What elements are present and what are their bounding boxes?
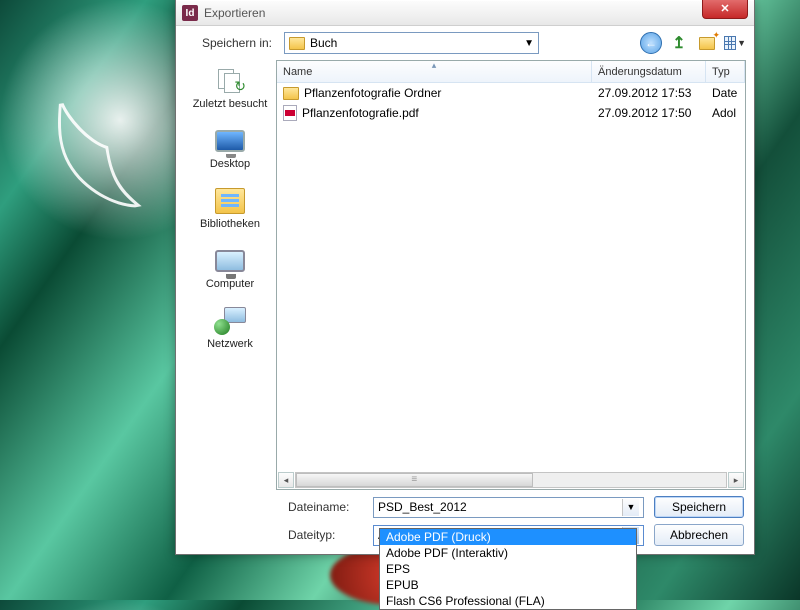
- place-desktop[interactable]: Desktop: [210, 126, 250, 170]
- filetype-option[interactable]: Adobe PDF (Interaktiv): [380, 545, 636, 561]
- column-header-label: Name: [283, 66, 312, 78]
- place-label: Zuletzt besucht: [193, 98, 268, 110]
- filetype-option[interactable]: EPS: [380, 561, 636, 577]
- places-sidebar: ↻ Zuletzt besucht Desktop Bibliotheken C…: [184, 60, 276, 490]
- save-in-value: Buch: [310, 36, 337, 50]
- place-label: Computer: [206, 278, 254, 290]
- place-label: Netzwerk: [207, 338, 253, 350]
- pdf-file-icon: [283, 105, 297, 121]
- place-label: Desktop: [210, 158, 250, 170]
- recent-places-icon: ↻: [214, 67, 246, 95]
- place-computer[interactable]: Computer: [206, 246, 254, 290]
- up-one-level-button[interactable]: [668, 32, 690, 54]
- horizontal-scrollbar[interactable]: ◂ ▸: [277, 471, 745, 489]
- file-type: Date: [706, 86, 745, 100]
- libraries-icon: [215, 188, 245, 214]
- save-in-label: Speichern in:: [184, 36, 276, 50]
- close-button[interactable]: [702, 0, 748, 19]
- file-type: Adol: [706, 106, 745, 120]
- file-name: Pflanzenfotografie.pdf: [302, 106, 419, 120]
- chevron-down-icon: ▼: [622, 499, 639, 516]
- network-icon: [214, 307, 246, 335]
- place-libraries[interactable]: Bibliotheken: [200, 186, 260, 230]
- location-toolbar: Speichern in: Buch ▼ ▼: [176, 26, 754, 60]
- filetype-dropdown-list: Adobe PDF (Druck)Adobe PDF (Interaktiv)E…: [379, 528, 637, 610]
- new-folder-button[interactable]: [696, 32, 718, 54]
- folder-icon: [289, 37, 305, 50]
- filetype-option[interactable]: Flash CS6 Professional (FLA): [380, 593, 636, 609]
- desktop-wallpaper-butterfly: 𓆩: [34, 25, 160, 284]
- window-title: Exportieren: [204, 6, 265, 20]
- back-button[interactable]: [640, 32, 662, 54]
- column-headers: Name ▴ Änderungsdatum Typ: [277, 61, 745, 83]
- file-name: Pflanzenfotografie Ordner: [304, 86, 441, 100]
- file-row[interactable]: Pflanzenfotografie Ordner 27.09.2012 17:5…: [277, 83, 745, 103]
- filetype-option[interactable]: Adobe PDF (Druck): [380, 529, 636, 545]
- column-header-label: Änderungsdatum: [598, 66, 682, 78]
- place-label: Bibliotheken: [200, 218, 260, 230]
- titlebar: Id Exportieren: [176, 0, 754, 26]
- filename-label: Dateiname:: [288, 500, 363, 514]
- sort-ascending-icon: ▴: [432, 60, 437, 71]
- file-date: 27.09.2012 17:50: [592, 106, 706, 120]
- file-list: Pflanzenfotografie Ordner 27.09.2012 17:5…: [277, 83, 745, 471]
- scrollbar-thumb[interactable]: [296, 473, 533, 487]
- file-list-pane: Name ▴ Änderungsdatum Typ Pflanzenfotogr…: [276, 60, 746, 490]
- scroll-left-button[interactable]: ◂: [278, 472, 294, 488]
- filename-combobox[interactable]: PSD_Best_2012 ▼: [373, 497, 644, 518]
- column-header-date[interactable]: Änderungsdatum: [592, 61, 706, 82]
- filetype-label: Dateityp:: [288, 528, 363, 542]
- save-button[interactable]: Speichern: [654, 496, 744, 518]
- column-header-type[interactable]: Typ: [706, 61, 745, 82]
- view-menu-button[interactable]: ▼: [724, 32, 746, 54]
- export-dialog: Id Exportieren Speichern in: Buch ▼ ▼ ↻ …: [175, 0, 755, 555]
- file-row[interactable]: Pflanzenfotografie.pdf 27.09.2012 17:50Ad…: [277, 103, 745, 123]
- desktop-icon: [215, 130, 245, 152]
- computer-icon: [215, 250, 245, 272]
- chevron-down-icon: ▼: [524, 38, 534, 49]
- column-header-label: Typ: [712, 66, 730, 78]
- save-in-combobox[interactable]: Buch ▼: [284, 32, 539, 54]
- scrollbar-track[interactable]: [295, 472, 727, 488]
- indesign-app-icon: Id: [182, 5, 198, 21]
- scroll-right-button[interactable]: ▸: [728, 472, 744, 488]
- filetype-option[interactable]: EPUB: [380, 577, 636, 593]
- folder-icon: [283, 87, 299, 100]
- column-header-name[interactable]: Name ▴: [277, 61, 592, 82]
- place-network[interactable]: Netzwerk: [207, 306, 253, 350]
- filename-value: PSD_Best_2012: [378, 500, 467, 514]
- place-recent[interactable]: ↻ Zuletzt besucht: [193, 66, 268, 110]
- cancel-button[interactable]: Abbrechen: [654, 524, 744, 546]
- file-date: 27.09.2012 17:53: [592, 86, 706, 100]
